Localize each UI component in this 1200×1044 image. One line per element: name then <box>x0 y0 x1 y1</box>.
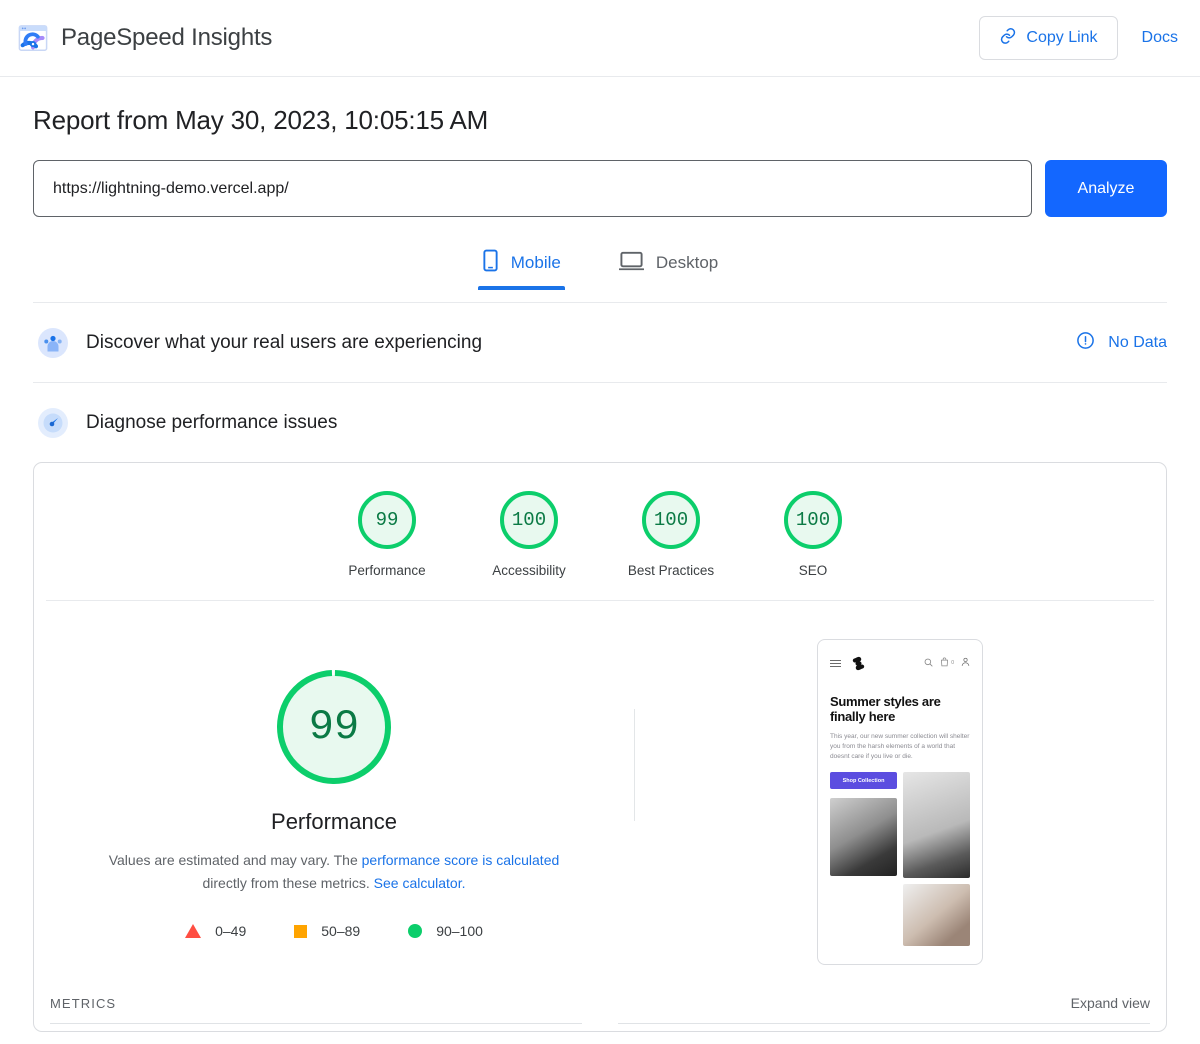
app-title: PageSpeed Insights <box>61 24 273 51</box>
metrics-label: METRICS <box>50 995 117 1011</box>
performance-big-gauge: 99 <box>272 665 396 789</box>
gauge-score: 100 <box>784 491 842 549</box>
gauge-score: 99 <box>358 491 416 549</box>
metrics-header: METRICS Expand view <box>34 965 1166 1023</box>
performance-score-block: 99 Performance Values are estimated and … <box>34 639 634 965</box>
screenshot-product-image-c <box>903 884 970 946</box>
expand-view-toggle[interactable]: Expand view <box>1071 995 1150 1011</box>
screenshot-header-icons: 0 <box>924 654 970 672</box>
legend-item-pass: 90–100 <box>408 923 483 939</box>
circle-pass-icon <box>408 924 423 938</box>
lighthouse-report-card: 99 Performance 100 Accessibility 100 Bes… <box>33 462 1167 1032</box>
page-title: Report from May 30, 2023, 10:05:15 AM <box>33 105 489 135</box>
info-circle-icon <box>1076 331 1095 355</box>
lab-data-section-header: Diagnose performance issues <box>33 382 1167 462</box>
analyze-button[interactable]: Analyze <box>1045 160 1167 217</box>
screenshot-cta-button: Shop Collection <box>830 772 897 789</box>
desc-text-1: Values are estimated and may vary. The <box>108 852 362 868</box>
vertical-divider <box>634 709 635 821</box>
gauge-label: SEO <box>798 563 828 578</box>
square-average-icon <box>294 924 308 938</box>
no-data-status[interactable]: No Data <box>1076 331 1167 355</box>
field-data-title: Discover what your real users are experi… <box>86 332 483 353</box>
page-body: Report from May 30, 2023, 10:05:15 AM An… <box>0 77 1200 1032</box>
screenshot-body-text: This year, our new summer collection wil… <box>830 733 970 760</box>
metrics-columns <box>34 1023 1166 1031</box>
legend-label: 50–89 <box>321 923 361 939</box>
bag-count-badge: 0 <box>951 660 954 666</box>
diagnose-icon <box>36 406 70 440</box>
performance-description: Values are estimated and may vary. The p… <box>99 849 569 895</box>
shopping-bag-icon <box>940 654 949 672</box>
legend-item-average: 50–89 <box>294 923 360 939</box>
performance-score-label: Performance <box>271 809 397 834</box>
mobile-phone-icon <box>482 249 499 277</box>
screenshot-headline: Summer styles are finally here <box>830 694 941 724</box>
gauge-label: Accessibility <box>492 563 566 578</box>
screenshot-hero-grid: Shop Collection <box>830 772 970 946</box>
metrics-column-right <box>618 1023 1150 1031</box>
score-legend: 0–49 50–89 90–100 <box>185 923 483 939</box>
gauge-label: Performance <box>348 563 426 578</box>
performance-summary-area: 99 Performance Values are estimated and … <box>34 601 1166 965</box>
docs-link[interactable]: Docs <box>1142 29 1178 47</box>
gauge-seo[interactable]: 100 SEO <box>742 491 884 578</box>
no-data-label: No Data <box>1108 334 1167 351</box>
real-users-icon <box>36 326 70 360</box>
tab-mobile[interactable]: Mobile <box>477 243 565 290</box>
pagespeed-logo-icon <box>18 23 48 53</box>
screenshot-product-image-a <box>830 797 897 876</box>
url-input[interactable] <box>33 160 1032 217</box>
site-swirl-logo-icon <box>850 655 867 672</box>
user-account-icon <box>961 654 970 672</box>
triangle-fail-icon <box>185 924 202 938</box>
tab-desktop[interactable]: Desktop <box>615 243 722 290</box>
screenshot-product-image-b <box>903 772 970 878</box>
performance-score-calculated-link[interactable]: performance score is calculated <box>362 852 560 868</box>
legend-item-fail: 0–49 <box>185 923 246 939</box>
page-screenshot-thumbnail: 0 Summer styles are finally here This ye… <box>817 639 983 965</box>
field-data-section-header: Discover what your real users are experi… <box>33 302 1167 382</box>
gauge-accessibility[interactable]: 100 Accessibility <box>458 491 600 578</box>
app-header: PageSpeed Insights Copy Link Docs <box>0 0 1200 77</box>
see-calculator-link[interactable]: See calculator. <box>374 875 466 891</box>
screenshot-site-header: 0 <box>818 640 982 672</box>
hamburger-menu-icon <box>830 659 841 667</box>
gauge-score: 100 <box>642 491 700 549</box>
gauge-label: Best Practices <box>627 563 715 578</box>
performance-score-value: 99 <box>308 703 360 751</box>
category-gauges: 99 Performance 100 Accessibility 100 Bes… <box>46 463 1154 601</box>
desktop-monitor-icon <box>618 250 645 277</box>
lab-data-title: Diagnose performance issues <box>86 412 338 433</box>
device-tabs: Mobile Desktop <box>33 243 1167 290</box>
copy-link-label: Copy Link <box>1026 29 1098 46</box>
copy-link-button[interactable]: Copy Link <box>979 16 1118 60</box>
tab-desktop-label: Desktop <box>655 253 719 272</box>
screenshot-block: 0 Summer styles are finally here This ye… <box>634 639 1166 965</box>
gauge-best-practices[interactable]: 100 Best Practices <box>600 491 742 578</box>
link-icon <box>999 27 1017 50</box>
legend-label: 0–49 <box>215 923 247 939</box>
metrics-column-left <box>50 1023 582 1031</box>
gauge-performance[interactable]: 99 Performance <box>316 491 458 578</box>
gauge-score: 100 <box>500 491 558 549</box>
search-icon <box>924 654 933 672</box>
analyze-form: Analyze <box>33 160 1167 217</box>
desc-text-2: directly from these metrics. <box>202 875 374 891</box>
legend-label: 90–100 <box>436 923 483 939</box>
tab-mobile-label: Mobile <box>510 253 561 272</box>
brand: PageSpeed Insights <box>18 23 272 53</box>
